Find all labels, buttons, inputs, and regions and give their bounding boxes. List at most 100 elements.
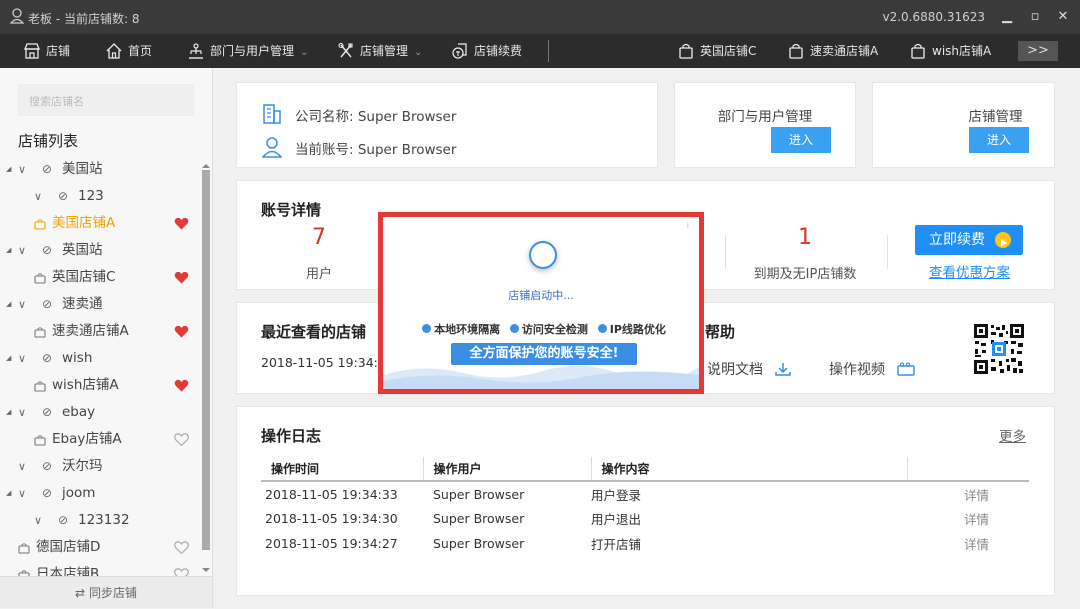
sidebar-item-0[interactable]: ◢ ∨ ⊘ 美国站 — [0, 156, 200, 183]
sidebar-item-label: Ebay店铺A — [52, 431, 122, 447]
scroll-thumb[interactable] — [202, 170, 210, 550]
favorite-heart-icon[interactable] — [174, 541, 189, 554]
scroll-up-icon[interactable] — [201, 162, 211, 170]
favorite-heart-icon[interactable] — [174, 325, 189, 338]
sidebar-item-10[interactable]: Ebay店铺A — [0, 426, 200, 453]
bullet-icon — [422, 324, 432, 333]
nav-store-renew[interactable]: 店铺续费 — [452, 34, 522, 68]
bag-icon — [789, 43, 803, 59]
sidebar-item-6[interactable]: 速卖通店铺A — [0, 318, 200, 345]
table-row: 2018-11-05 19:34:33 Super Browser 用户登录 详… — [261, 481, 1029, 506]
store-list-title: 店铺列表 — [18, 132, 79, 150]
launch-status: 店铺启动中... — [508, 289, 574, 302]
expand-chevron-icon[interactable]: ∨ — [18, 453, 26, 480]
download-icon — [775, 363, 792, 376]
sync-stores-button[interactable]: ⇄ 同步店铺 — [0, 576, 212, 608]
sidebar-item-label: 英国店铺C — [52, 269, 116, 285]
qr-code-icon — [973, 323, 1025, 375]
bag-icon — [34, 273, 46, 284]
sidebar-item-7[interactable]: ◢ ∨ ⊘ wish — [0, 345, 200, 372]
table-row: 2018-11-05 19:34:27 Super Browser 打开店铺 详… — [261, 531, 1029, 556]
bag-icon — [34, 381, 46, 392]
sidebar-item-label: 123 — [78, 188, 104, 204]
log-user: Super Browser — [433, 486, 525, 502]
favorite-heart-icon[interactable] — [174, 271, 189, 284]
log-detail-link[interactable]: 详情 — [907, 506, 1029, 531]
col-user: 操作用户 — [422, 457, 591, 482]
recent-stores-title: 最近查看的店铺 — [261, 323, 367, 341]
log-time: 2018-11-05 19:34:27 — [265, 536, 398, 551]
log-more-link[interactable]: 更多 — [999, 425, 1026, 445]
sidebar-item-label: 速卖通 — [62, 296, 103, 312]
sidebar-item-2[interactable]: 美国店铺A — [0, 210, 200, 237]
nav-shop-tab-uk-c[interactable]: 英国店铺C — [678, 34, 756, 68]
tree-toggle-icon[interactable]: ◢ — [6, 291, 11, 318]
nav-shop-tab-aliexpress-a[interactable]: 速卖通店铺A — [788, 34, 878, 68]
expand-chevron-icon[interactable]: ∨ — [18, 399, 26, 426]
sidebar-item-label: 美国店铺A — [52, 215, 116, 231]
expand-chevron-icon[interactable]: ∨ — [34, 183, 42, 210]
docs-link[interactable]: 说明文档 — [707, 359, 792, 379]
close-button[interactable]: ✕ — [1052, 6, 1074, 28]
maximize-button[interactable]: ▫ — [1024, 6, 1046, 28]
popup-info-icon[interactable]: i — [687, 221, 689, 230]
expand-chevron-icon[interactable]: ∨ — [18, 237, 26, 264]
sidebar-item-1[interactable]: ∨ ⊘ 123 — [0, 183, 200, 210]
sidebar-item-13[interactable]: ∨ ⊘ 123132 — [0, 507, 200, 534]
tree-toggle-icon[interactable]: ◢ — [6, 237, 11, 264]
sidebar-item-12[interactable]: ◢ ∨ ⊘ joom — [0, 480, 200, 507]
nav-more-button[interactable]: >> — [1018, 41, 1058, 61]
nav-store[interactable]: 店铺 — [24, 34, 70, 68]
operation-log-card: 操作日志 更多 操作时间 操作用户 操作内容 2018-11-05 19:34:… — [236, 406, 1055, 596]
expand-chevron-icon[interactable]: ∨ — [18, 156, 26, 183]
favorite-heart-icon[interactable] — [174, 433, 189, 446]
sidebar-item-4[interactable]: 英国店铺C — [0, 264, 200, 291]
bag-icon — [18, 543, 30, 554]
nav-department-users[interactable]: 部门与用户管理 ⌄ — [188, 34, 308, 68]
expand-chevron-icon[interactable]: ∨ — [34, 507, 42, 534]
renew-now-button[interactable]: 立即续费 — [915, 225, 1023, 255]
operation-log-table: 操作时间 操作用户 操作内容 2018-11-05 19:34:33 Super… — [261, 457, 1029, 556]
log-user: Super Browser — [433, 536, 525, 551]
nav-shop-tab-wish-a[interactable]: wish店铺A — [910, 34, 991, 68]
log-detail-link[interactable]: 详情 — [907, 531, 1029, 556]
table-header-row: 操作时间 操作用户 操作内容 — [261, 457, 1029, 482]
search-input[interactable]: 搜索店铺名 — [18, 84, 194, 116]
view-discount-link[interactable]: 查看优惠方案 — [929, 261, 1010, 281]
scroll-down-icon[interactable] — [201, 566, 211, 574]
expand-chevron-icon[interactable]: ∨ — [18, 291, 26, 318]
video-link[interactable]: 操作视频 — [829, 359, 916, 379]
window-title: 老板 - 当前店铺数: 8 — [28, 12, 140, 26]
sidebar-scrollbar[interactable] — [201, 162, 211, 574]
tree-toggle-icon[interactable]: ◢ — [6, 399, 11, 426]
tree-toggle-icon[interactable]: ◢ — [6, 156, 11, 183]
sidebar-item-14[interactable]: 德国店铺D — [0, 534, 200, 561]
nav-home[interactable]: 首页 — [106, 34, 152, 68]
favorite-heart-icon[interactable] — [174, 379, 189, 392]
building-icon — [263, 104, 281, 124]
department-enter-button[interactable]: 进入 — [771, 127, 831, 153]
recent-store-time[interactable]: 2018-11-05 19:34:27 — [261, 355, 394, 370]
tag-icon: ⊘ — [42, 405, 53, 419]
table-row: 2018-11-05 19:34:30 Super Browser 用户退出 详… — [261, 506, 1029, 531]
expand-chevron-icon[interactable]: ∨ — [18, 345, 26, 372]
sidebar-item-5[interactable]: ◢ ∨ ⊘ 速卖通 — [0, 291, 200, 318]
favorite-heart-icon[interactable] — [174, 217, 189, 230]
log-detail-link[interactable]: 详情 — [907, 481, 1029, 506]
version-label: v2.0.6880.31623 — [882, 10, 985, 24]
tree-toggle-icon[interactable]: ◢ — [6, 345, 11, 372]
sidebar-item-8[interactable]: wish店铺A — [0, 372, 200, 399]
log-time: 2018-11-05 19:34:33 — [265, 486, 398, 502]
sidebar-item-9[interactable]: ◢ ∨ ⊘ ebay — [0, 399, 200, 426]
sidebar-item-3[interactable]: ◢ ∨ ⊘ 英国站 — [0, 237, 200, 264]
nav-store-management[interactable]: 店铺管理 ⌄ — [338, 34, 422, 68]
log-content: 用户退出 — [591, 512, 642, 527]
expand-chevron-icon[interactable]: ∨ — [18, 480, 26, 507]
sidebar-item-11[interactable]: ∨ ⊘ 沃尔玛 — [0, 453, 200, 480]
store-management-enter-button[interactable]: 进入 — [969, 127, 1029, 153]
tree-toggle-icon[interactable]: ◢ — [6, 480, 11, 507]
minimize-button[interactable]: ▁ — [996, 6, 1018, 28]
nav-divider — [548, 40, 549, 62]
users-label: 用户 — [305, 267, 332, 282]
sidebar-item-label: ebay — [62, 404, 96, 420]
